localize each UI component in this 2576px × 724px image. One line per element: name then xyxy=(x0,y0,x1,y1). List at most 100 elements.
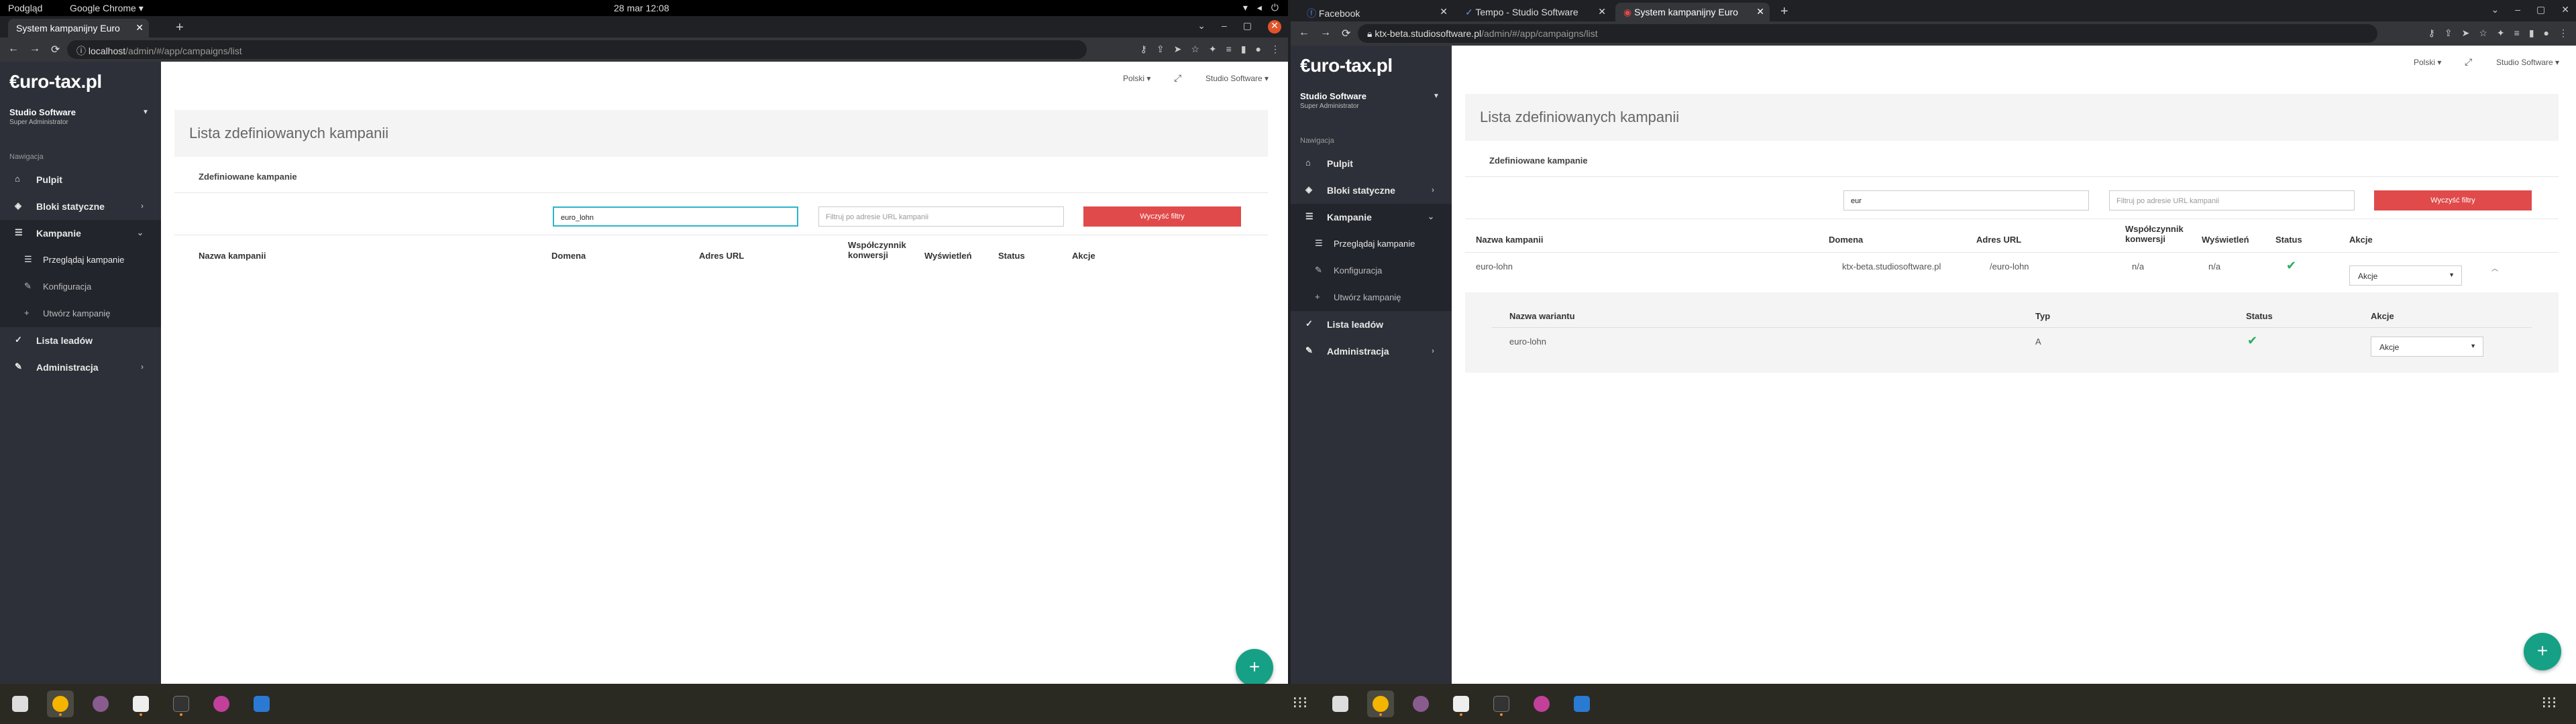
col-actions[interactable]: Akcje xyxy=(2349,235,2373,245)
app-menu-label[interactable]: Google Chrome ▾ xyxy=(70,3,144,14)
reload-icon[interactable]: ⟳ xyxy=(51,43,60,56)
close-window-icon[interactable]: ✕ xyxy=(2561,4,2569,15)
share-icon[interactable]: ⇪ xyxy=(2445,27,2453,39)
col-views[interactable]: Wyświetleń xyxy=(2202,235,2249,245)
taskbar-slack[interactable] xyxy=(1407,690,1434,717)
taskbar-vscode[interactable] xyxy=(248,690,275,717)
clock-label[interactable]: 28 mar 12:08 xyxy=(614,3,669,13)
sidebar-item-campaigns[interactable]: ☰ Kampanie ⌄ xyxy=(1291,204,1452,231)
expand-icon[interactable]: ⤢ xyxy=(2465,56,2472,68)
reload-icon[interactable]: ⟳ xyxy=(1342,27,1350,40)
minimize-icon[interactable]: – xyxy=(1222,20,1227,34)
col-domain[interactable]: Domena xyxy=(551,251,586,261)
col-url[interactable]: Adres URL xyxy=(1976,235,2021,245)
taskbar-firefox[interactable] xyxy=(208,690,235,717)
col-conversion[interactable]: Współczynnik konwersji xyxy=(2125,224,2186,244)
close-tab-icon[interactable]: ✕ xyxy=(136,22,144,34)
clear-filters-button[interactable]: Wyczyść filtry xyxy=(2374,190,2532,210)
tab-search-icon[interactable]: ⌄ xyxy=(2491,4,2500,15)
sidebar-item-admin[interactable]: ✎ Administracja › xyxy=(0,354,161,381)
org-name[interactable]: Studio Software xyxy=(9,107,76,117)
taskbar-vscode[interactable] xyxy=(1568,690,1595,717)
row-campaign-name[interactable]: euro-lohn xyxy=(1476,261,1513,272)
sidebar-item-config[interactable]: ✎ Konfiguracja xyxy=(0,274,161,300)
sidebar-item-leads[interactable]: ✓ Lista leadów xyxy=(1291,311,1452,338)
sidebar-item-browse-campaigns[interactable]: ☰ Przeglądaj kampanie xyxy=(1291,231,1452,257)
col-conversion[interactable]: Współczynnik konwersji xyxy=(848,240,908,260)
col-actions[interactable]: Akcje xyxy=(1072,251,1095,261)
activities-label[interactable]: Podgląd xyxy=(8,3,42,13)
sidebar-item-admin[interactable]: ✎ Administracja › xyxy=(1291,338,1452,365)
org-name[interactable]: Studio Software xyxy=(1300,91,1366,101)
url-filter-input[interactable]: Filtruj po adresie URL kampanii xyxy=(818,206,1064,227)
url-field[interactable]: 🔒︎ ktx-beta.studiosoftware.pl/admin/#/ap… xyxy=(1358,24,2377,43)
tab-campaign-system[interactable]: ◉ System kampanijny Euro ✕ xyxy=(1615,3,1770,21)
sidebar-item-create-campaign[interactable]: + Utwórz kampanię xyxy=(1291,284,1452,311)
taskbar-slack[interactable] xyxy=(87,690,114,717)
close-window-icon[interactable]: ✕ xyxy=(1268,20,1281,34)
sidebar-item-campaigns[interactable]: ☰ Kampanie ⌄ xyxy=(0,220,161,247)
caret-down-icon[interactable]: ▼ xyxy=(142,109,149,116)
logo[interactable]: €uro-tax.pl xyxy=(1300,55,1393,76)
taskbar-firefox[interactable] xyxy=(1528,690,1555,717)
puzzle-icon[interactable]: ✦ xyxy=(2497,27,2505,39)
send-icon[interactable]: ➤ xyxy=(2462,27,2470,39)
name-filter-input[interactable]: euro_lohn xyxy=(553,206,798,227)
sidebar-item-static-blocks[interactable]: ◈ Bloki statyczne › xyxy=(0,193,161,220)
sidebar-item-config[interactable]: ✎ Konfiguracja xyxy=(1291,257,1452,284)
kebab-menu-icon[interactable]: ⋮ xyxy=(2559,27,2568,39)
tab-tempo[interactable]: ✓ Tempo - Studio Software ✕ xyxy=(1457,3,1611,21)
sidebar-item-pulpit[interactable]: ⌂ Pulpit xyxy=(0,166,161,193)
url-field[interactable]: ⓘ localhost/admin/#/app/campaigns/list xyxy=(67,40,1087,59)
taskbar-files[interactable] xyxy=(7,690,34,717)
expand-icon[interactable]: ⤢ xyxy=(1174,72,1181,84)
minimize-icon[interactable]: – xyxy=(2515,4,2520,15)
taskbar-terminal[interactable] xyxy=(168,690,195,717)
profile-avatar[interactable]: ● xyxy=(2544,27,2549,39)
forward-icon[interactable]: → xyxy=(30,43,40,56)
col-name[interactable]: Nazwa kampanii xyxy=(1476,235,1543,245)
caret-down-icon[interactable]: ▼ xyxy=(1433,93,1440,100)
send-icon[interactable]: ➤ xyxy=(1174,44,1182,55)
maximize-icon[interactable]: ▢ xyxy=(2536,4,2545,15)
key-icon[interactable]: ⚷ xyxy=(2428,27,2435,39)
col-status[interactable]: Status xyxy=(2275,235,2302,245)
sidepanel-icon[interactable]: ▮ xyxy=(2529,27,2534,39)
name-filter-input[interactable]: eur xyxy=(1843,190,2089,210)
taskbar-terminal[interactable] xyxy=(1488,690,1515,717)
sidebar-item-leads[interactable]: ✓ Lista leadów xyxy=(0,327,161,354)
user-menu[interactable]: Studio Software ▾ xyxy=(2496,58,2559,67)
key-icon[interactable]: ⚷ xyxy=(1140,44,1147,55)
sidebar-item-static-blocks[interactable]: ◈ Bloki statyczne › xyxy=(1291,177,1452,204)
tab-campaign-system[interactable]: System kampanijny Euro ✕ xyxy=(8,19,149,38)
language-select[interactable]: Polski ▾ xyxy=(1123,74,1150,83)
language-select[interactable]: Polski ▾ xyxy=(2414,58,2441,67)
taskbar-app[interactable] xyxy=(1448,690,1474,717)
share-icon[interactable]: ⇪ xyxy=(1157,44,1165,55)
col-variant-status[interactable]: Status xyxy=(2246,311,2273,321)
profile-avatar[interactable]: ● xyxy=(1256,44,1261,55)
puzzle-icon[interactable]: ✦ xyxy=(1209,44,1217,55)
add-fab-button[interactable]: + xyxy=(2524,633,2561,670)
close-tab-icon[interactable]: ✕ xyxy=(1756,6,1764,17)
col-views[interactable]: Wyświetleń xyxy=(924,251,972,261)
star-icon[interactable]: ☆ xyxy=(1191,44,1199,55)
url-filter-input[interactable]: Filtruj po adresie URL kampanii xyxy=(2109,190,2355,210)
maximize-icon[interactable]: ▢ xyxy=(1243,20,1252,34)
app-grid-icon[interactable]: ⁝⁝⁝ xyxy=(1287,690,1313,717)
collapse-icon[interactable]: ︿ xyxy=(2491,263,2498,273)
back-icon[interactable]: ← xyxy=(8,43,19,56)
new-tab-icon[interactable]: + xyxy=(1780,4,1788,19)
taskbar-chrome[interactable] xyxy=(47,690,74,717)
col-url[interactable]: Adres URL xyxy=(699,251,744,261)
close-tab-icon[interactable]: ✕ xyxy=(1440,6,1448,17)
list-icon[interactable]: ≡ xyxy=(2514,27,2520,39)
star-icon[interactable]: ☆ xyxy=(2479,27,2487,39)
clear-filters-button[interactable]: Wyczyść filtry xyxy=(1083,206,1241,227)
list-icon[interactable]: ≡ xyxy=(1226,44,1232,55)
col-type[interactable]: Typ xyxy=(2035,311,2050,321)
sidepanel-icon[interactable]: ▮ xyxy=(1241,44,1246,55)
tab-search-icon[interactable]: ⌄ xyxy=(1197,20,1205,34)
system-tray[interactable]: ▾ ◂ ⏻ xyxy=(1243,2,1279,13)
col-status[interactable]: Status xyxy=(998,251,1025,261)
